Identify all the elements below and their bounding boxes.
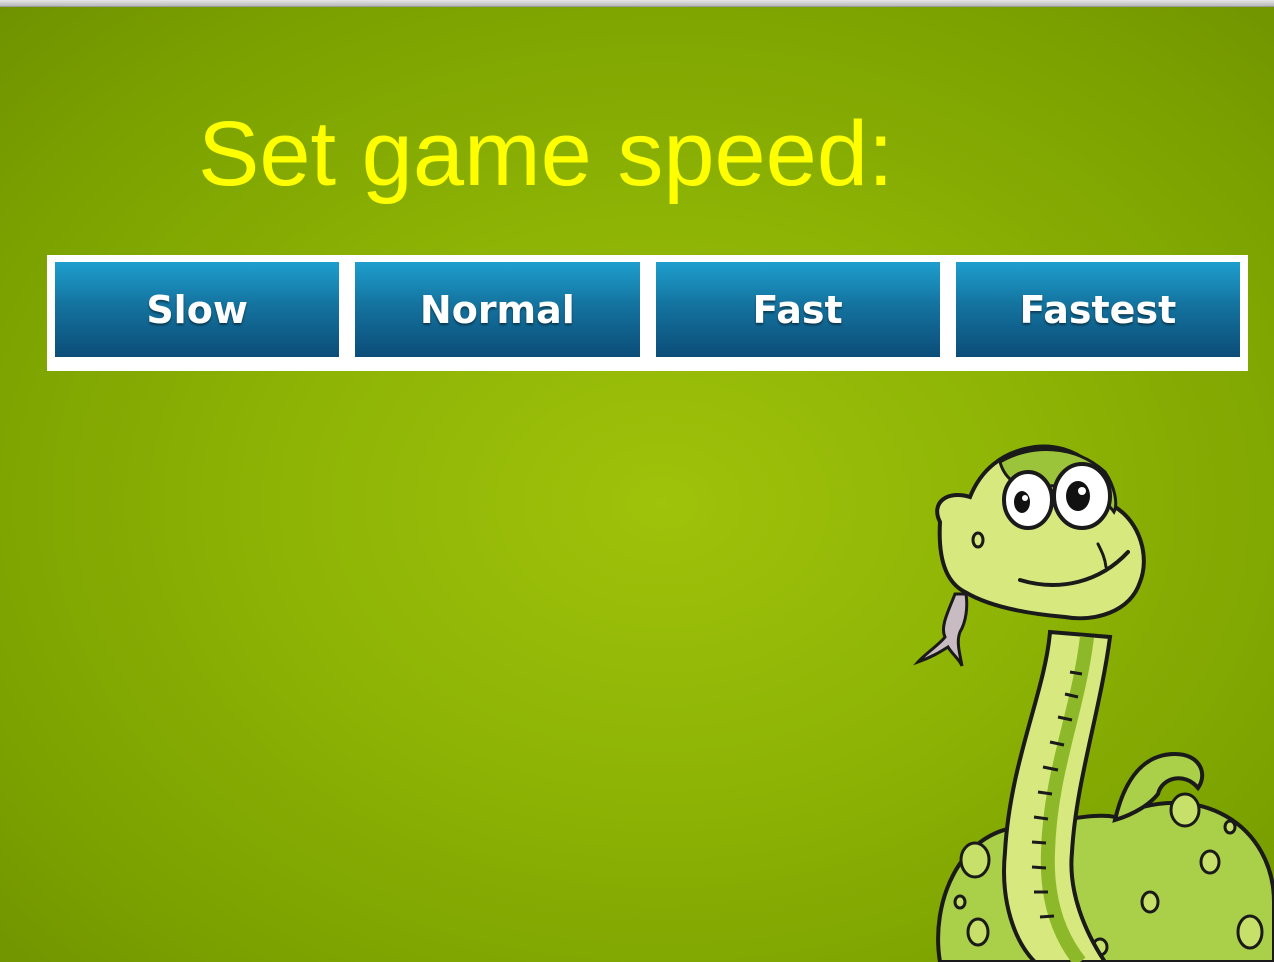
speed-fastest-button[interactable]: Fastest (955, 262, 1240, 357)
speed-fast-button[interactable]: Fast (655, 262, 940, 357)
screen-title: Set game speed: (198, 103, 894, 205)
speed-normal-button[interactable]: Normal (355, 262, 640, 357)
window-top-edge (0, 0, 1274, 7)
game-screen: Set game speed: Slow Normal Fast Fastest (0, 7, 1274, 962)
speed-slow-button[interactable]: Slow (55, 262, 340, 357)
speed-button-bar: Slow Normal Fast Fastest (47, 255, 1248, 371)
snake-mascot-image (913, 444, 1274, 962)
